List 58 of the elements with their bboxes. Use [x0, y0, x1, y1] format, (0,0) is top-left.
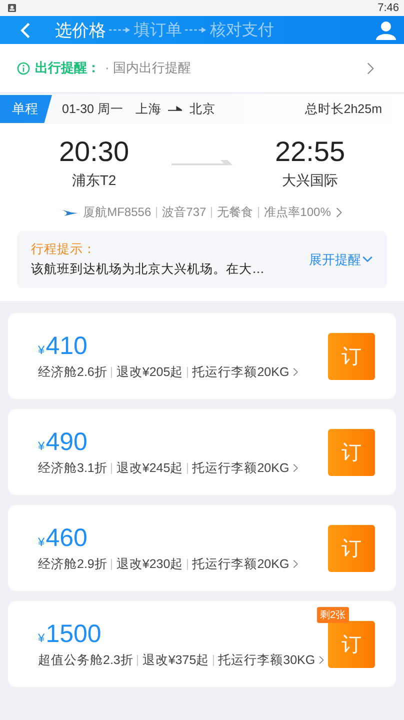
- status-time: 7:46: [378, 2, 399, 14]
- airline-logo-icon: [62, 208, 78, 216]
- total-duration: 总时长2h25m: [304, 100, 382, 118]
- chevron-right-icon[interactable]: [293, 367, 298, 377]
- flight-info: 厦航MF8556: [83, 204, 152, 221]
- chevron-right-icon[interactable]: [319, 655, 324, 665]
- fare-price: ¥490: [38, 428, 88, 456]
- dashed-arrow-icon: [109, 26, 131, 34]
- fare-detail: 经济舱3.1折: [38, 460, 108, 476]
- fare-detail: 托运行李额20KG: [192, 364, 290, 380]
- departure-airport: 浦东T2: [72, 172, 116, 190]
- fare-detail: 托运行李额20KG: [192, 556, 290, 572]
- flight-info: 波音737: [162, 204, 206, 221]
- trip-date: 01-30 周一: [62, 100, 124, 118]
- book-button[interactable]: 订: [328, 332, 375, 380]
- flight-info: 准点率100%: [264, 204, 331, 221]
- fare-detail: 托运行李额20KG: [192, 460, 290, 476]
- fare-detail: 退改¥245起: [116, 460, 184, 476]
- tip-text: 该航班到达机场为北京大兴机场。在大…: [31, 261, 266, 278]
- chevron-down-icon: [362, 256, 373, 263]
- expand-tip-button[interactable]: 展开提醒: [309, 250, 373, 268]
- fare-detail: 超值公务舱2.3折: [38, 652, 134, 668]
- fare-price: ¥410: [38, 332, 88, 360]
- book-button[interactable]: 订: [328, 428, 375, 476]
- chevron-right-icon[interactable]: [293, 463, 298, 473]
- book-button[interactable]: 订: [328, 524, 375, 572]
- step-label: 核对支付: [210, 20, 274, 40]
- fare-detail: 退改¥375起: [142, 652, 210, 668]
- book-button[interactable]: 订: [328, 620, 375, 668]
- to-city: 北京: [189, 100, 216, 118]
- fare-price: ¥460: [38, 524, 88, 552]
- chevron-right-icon[interactable]: [336, 207, 342, 218]
- flight-info: 无餐食: [217, 204, 254, 221]
- fare-price: ¥1500: [38, 620, 102, 648]
- back-icon[interactable]: [20, 22, 31, 38]
- arrow-icon: [168, 106, 182, 112]
- fare-detail: 经济舱2.6折: [38, 364, 108, 380]
- step-label: 选价格: [55, 20, 106, 42]
- fare-detail: 退改¥230起: [116, 556, 184, 572]
- dashed-arrow-icon: [185, 26, 207, 34]
- fare-detail: 托运行李额30KG: [218, 652, 316, 668]
- fare-detail: 经济舱2.9折: [38, 556, 108, 572]
- seats-left-badge: 剩2张: [317, 606, 349, 622]
- fare-detail: 退改¥205起: [116, 364, 184, 380]
- notification-icon: [8, 4, 16, 12]
- info-icon: [17, 62, 30, 74]
- reminder-label: 出行提醒：: [35, 59, 101, 77]
- trip-type-tag: 单程: [0, 95, 52, 123]
- step-label: 填订单: [134, 20, 182, 40]
- arrival-time: 22:55: [274, 136, 346, 168]
- user-icon[interactable]: [376, 20, 396, 40]
- tip-title: 行程提示：: [31, 241, 97, 258]
- from-city: 上海: [135, 100, 162, 118]
- chevron-right-icon[interactable]: [293, 559, 298, 569]
- reminder-link[interactable]: · 国内出行提醒: [105, 59, 367, 77]
- chevron-right-icon[interactable]: [367, 62, 374, 74]
- arrival-airport: 大兴国际: [282, 172, 338, 190]
- departure-time: 20:30: [58, 136, 130, 168]
